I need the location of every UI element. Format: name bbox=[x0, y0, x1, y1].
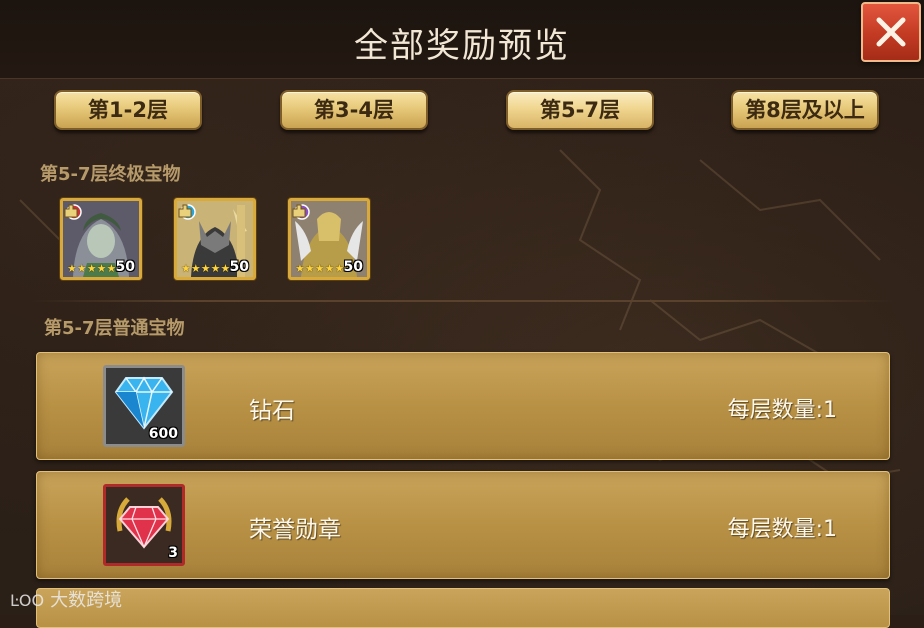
ultimate-treasure-label: 第5-7层终极宝物 bbox=[40, 164, 181, 185]
title-bar: 全部奖励预览 bbox=[0, 0, 924, 79]
reward-row-honor-medal: 3 荣誉勋章 每层数量:1 bbox=[36, 471, 890, 579]
watermark-text: 大数跨境 bbox=[50, 590, 123, 611]
diamond-icon bbox=[114, 376, 174, 430]
item-quantity: 3 bbox=[168, 545, 178, 561]
close-button[interactable] bbox=[861, 2, 921, 62]
watermark-logo: ĿOO bbox=[10, 591, 45, 610]
tab-floor-5-7[interactable]: 第5-7层 bbox=[506, 90, 654, 130]
puzzle-piece-icon bbox=[64, 204, 78, 218]
puzzle-piece-icon bbox=[292, 204, 306, 218]
close-icon bbox=[876, 17, 906, 47]
star-rating: ★★★★★ bbox=[295, 262, 345, 275]
item-name: 钻石 bbox=[249, 398, 295, 424]
hero-card-3[interactable]: ★★★★★ 50 bbox=[288, 198, 370, 280]
per-floor-count: 每层数量:1 bbox=[727, 517, 837, 542]
honor-medal-item-icon[interactable]: 3 bbox=[103, 484, 185, 566]
reward-row-partial bbox=[36, 588, 890, 628]
hero-level: 50 bbox=[343, 259, 363, 275]
item-quantity: 600 bbox=[148, 426, 178, 442]
diamond-item-icon[interactable]: 600 bbox=[103, 365, 185, 447]
hero-card-1[interactable]: ★★★★★ 50 bbox=[60, 198, 142, 280]
per-floor-count: 每层数量:1 bbox=[727, 398, 837, 423]
star-rating: ★★★★★ bbox=[181, 262, 231, 275]
page-title: 全部奖励预览 bbox=[354, 26, 570, 66]
item-name: 荣誉勋章 bbox=[249, 517, 341, 543]
tab-floor-1-2[interactable]: 第1-2层 bbox=[54, 90, 202, 130]
normal-treasure-label: 第5-7层普通宝物 bbox=[44, 318, 185, 339]
hero-level: 50 bbox=[229, 259, 249, 275]
reward-row-diamond: 600 钻石 每层数量:1 bbox=[36, 352, 890, 460]
hero-level: 50 bbox=[115, 259, 135, 275]
puzzle-piece-icon bbox=[178, 204, 192, 218]
star-rating: ★★★★★ bbox=[67, 262, 117, 275]
tab-floor-3-4[interactable]: 第3-4层 bbox=[280, 90, 428, 130]
reward-preview-panel: 全部奖励预览 第1-2层 第3-4层 第5-7层 第8层及以上 第5-7层终极宝… bbox=[0, 0, 924, 628]
watermark: ĿOO 大数跨境 bbox=[10, 586, 122, 612]
hero-card-2[interactable]: ★★★★★ 50 bbox=[174, 198, 256, 280]
honor-medal-icon bbox=[116, 497, 172, 549]
section-divider bbox=[30, 300, 894, 302]
tab-floor-8-plus[interactable]: 第8层及以上 bbox=[731, 90, 879, 130]
